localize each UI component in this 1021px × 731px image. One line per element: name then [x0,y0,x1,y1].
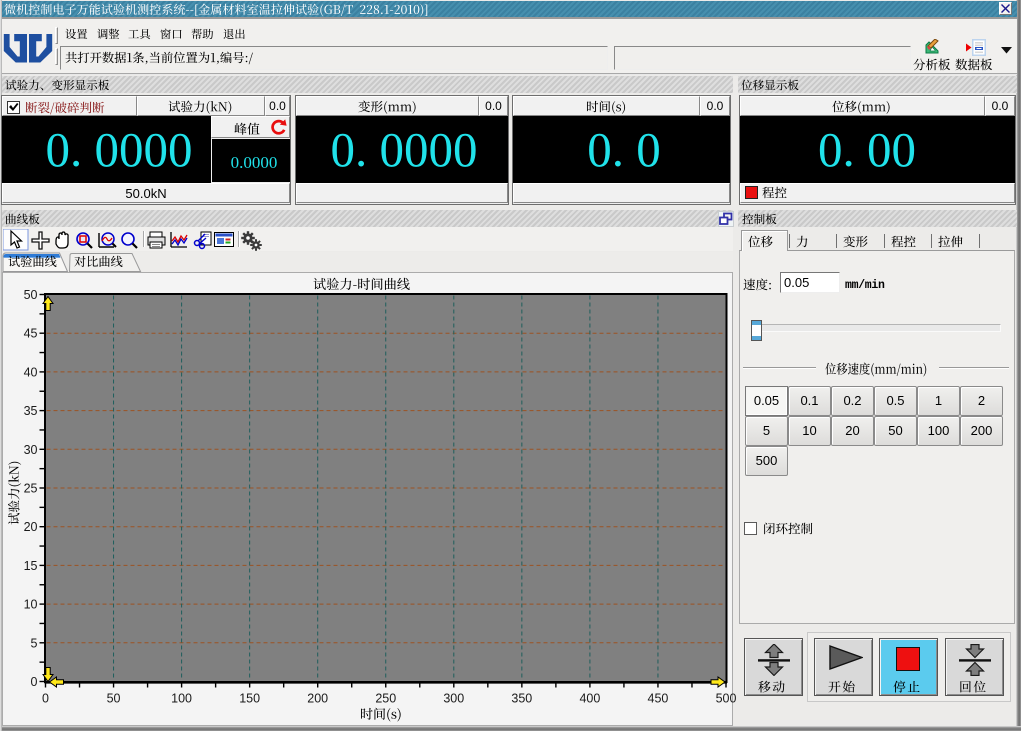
svg-text:400: 400 [579,692,600,706]
svg-text:150: 150 [239,692,260,706]
svg-text:350: 350 [511,692,532,706]
svg-text:40: 40 [24,365,38,379]
svg-text:5: 5 [31,636,38,650]
svg-text:25: 25 [24,482,38,496]
svg-text:0: 0 [31,675,38,689]
svg-text:200: 200 [307,692,328,706]
svg-text:45: 45 [24,327,38,341]
svg-text:20: 20 [24,520,38,534]
svg-text:500: 500 [716,692,737,706]
svg-text:250: 250 [375,692,396,706]
svg-text:100: 100 [171,692,192,706]
svg-text:50: 50 [107,692,121,706]
svg-text:0: 0 [42,692,49,706]
svg-text:300: 300 [443,692,464,706]
svg-text:10: 10 [24,598,38,612]
svg-text:50: 50 [24,288,38,302]
svg-text:15: 15 [24,559,38,573]
svg-text:30: 30 [24,443,38,457]
svg-text:450: 450 [648,692,669,706]
svg-text:35: 35 [24,404,38,418]
